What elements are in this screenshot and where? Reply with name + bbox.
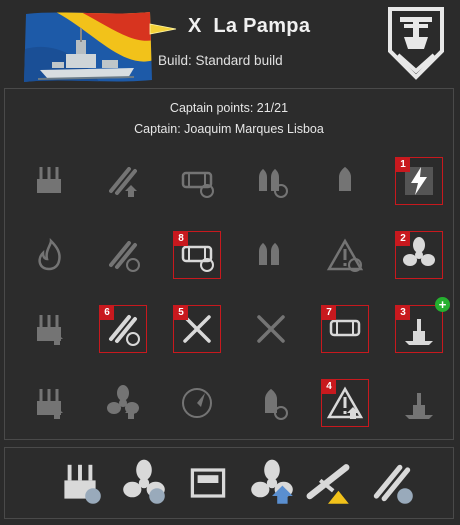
upgrade-slot-1[interactable] xyxy=(53,456,107,510)
skill-main-battery-reload[interactable] xyxy=(247,157,295,205)
skill-swift-in-silence[interactable]: 5 xyxy=(173,305,221,353)
propulsion-modification-icon xyxy=(123,459,165,504)
demolition-expert-icon xyxy=(38,237,61,271)
skill-order-badge: 6 xyxy=(100,306,114,320)
skill-demolition-expert[interactable] xyxy=(25,231,73,279)
grease-the-gears-icon xyxy=(37,167,61,193)
upgrade-slot-2[interactable] xyxy=(117,456,171,510)
main-battery-reload-icon xyxy=(259,169,288,198)
consumable-enthusiast-icon xyxy=(109,241,140,272)
tier-pointer-icon xyxy=(149,23,177,35)
skill-fearless-brawler[interactable] xyxy=(247,379,295,427)
propulsion-upgrade-icon xyxy=(107,385,139,419)
upgrade-slot-3[interactable] xyxy=(181,456,235,510)
upgrade-slot-4[interactable] xyxy=(245,456,299,510)
skill-concealment-expert[interactable]: 3 + xyxy=(395,297,450,353)
extra-heavy-ammo-icon xyxy=(259,243,279,265)
skill-propulsion-upgrade[interactable] xyxy=(99,379,147,427)
torpedo-reload-modification-icon xyxy=(373,464,413,504)
skill-radio-location[interactable] xyxy=(173,379,221,427)
skill-fill-the-tubes[interactable] xyxy=(173,157,221,205)
captain-name-label: Captain: Joaquim Marques Lisboa xyxy=(134,122,324,136)
skill-order-badge: 4 xyxy=(322,380,336,394)
upgrade-slot-6[interactable] xyxy=(365,456,419,510)
skill-order-badge: 7 xyxy=(322,306,336,320)
fill-the-tubes-icon xyxy=(181,171,214,198)
captain-skills-panel: Captain points: 21/21 Captain: Joaquim M… xyxy=(4,88,454,440)
ship-header: X La Pampa Build: Standard build xyxy=(0,0,460,88)
captain-points-label: Captain points: 21/21 xyxy=(169,101,289,115)
skill-torpedo-armament-expertise[interactable]: 6 xyxy=(99,305,147,353)
skill-survivability-expert[interactable]: 2 xyxy=(395,231,443,279)
skill-dead-eye[interactable] xyxy=(247,305,295,353)
skill-priority-target[interactable] xyxy=(321,231,369,279)
skill-consumable-specialist[interactable] xyxy=(99,157,147,205)
consumable-specialist-icon xyxy=(109,167,137,197)
skill-order-badge: 1 xyxy=(396,158,410,172)
skill-order-badge: 5 xyxy=(174,306,188,320)
tier-label: X xyxy=(188,15,202,37)
skill-last-stand[interactable]: 1 xyxy=(395,157,443,205)
radio-location-icon xyxy=(182,388,212,418)
skill-incoming-fire-alert[interactable]: 4 xyxy=(321,379,369,427)
upgrade-slot-5[interactable] xyxy=(301,456,355,510)
ship-title: X La Pampa xyxy=(188,15,310,38)
skill-order-badge: 3 xyxy=(396,306,410,320)
dead-eye-icon xyxy=(257,315,285,343)
aircraft-detection-icon xyxy=(306,464,350,504)
propulsion-modification-2-icon xyxy=(251,459,293,504)
skill-gun-feeder[interactable] xyxy=(321,157,369,205)
skill-main-battery-upgrade[interactable] xyxy=(25,305,73,353)
plus-icon: + xyxy=(435,297,450,312)
main-battery-upgrade-icon xyxy=(37,315,63,345)
build-label[interactable]: Build: Standard build xyxy=(158,53,283,68)
skill-secondary-upgrade[interactable] xyxy=(25,379,73,427)
skill-torpedo-tubes-upgrade[interactable]: 7 xyxy=(321,305,369,353)
main-armaments-modification-icon xyxy=(64,464,101,504)
skill-swift-fish[interactable]: 8 xyxy=(173,231,221,279)
skill-extra-heavy-ammo[interactable] xyxy=(247,231,295,279)
skill-grease-the-gears[interactable] xyxy=(25,157,73,205)
skill-super-intendent[interactable] xyxy=(395,379,443,427)
fearless-brawler-icon xyxy=(265,389,288,420)
gun-feeder-icon xyxy=(339,167,351,191)
ship-name: La Pampa xyxy=(213,15,311,37)
super-intendent-icon xyxy=(405,393,433,419)
destroyer-class-emblem-icon xyxy=(388,7,444,80)
secondary-upgrade-icon xyxy=(37,389,63,419)
priority-target-icon xyxy=(326,238,364,272)
skill-order-badge: 8 xyxy=(174,232,188,246)
skill-order-badge: 2 xyxy=(396,232,410,246)
upgrades-panel xyxy=(4,447,454,519)
ship-flag-image xyxy=(24,12,152,82)
skill-consumable-enthusiast[interactable] xyxy=(99,231,147,279)
engine-room-protection-icon xyxy=(190,468,226,498)
